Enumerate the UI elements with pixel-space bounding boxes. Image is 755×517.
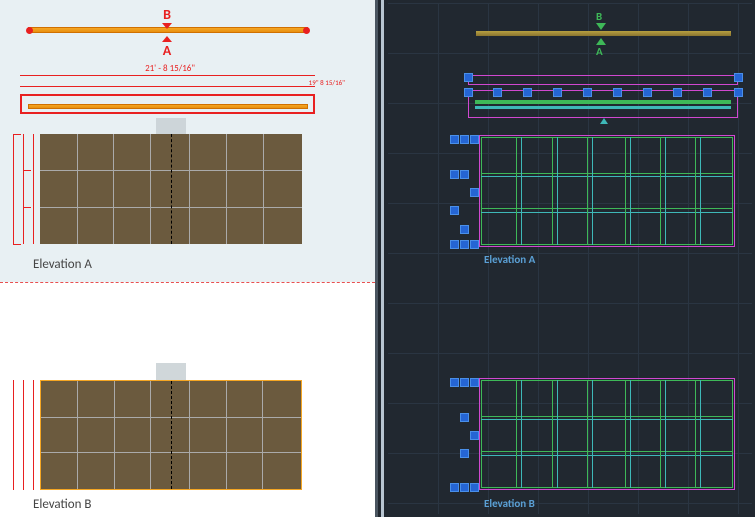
grip-handle[interactable] xyxy=(523,88,532,97)
grip-handle[interactable] xyxy=(493,88,502,97)
grip-handle[interactable] xyxy=(470,135,479,144)
grip-handle[interactable] xyxy=(460,135,469,144)
elevation-b-label: Elevation B xyxy=(33,497,91,512)
cad-elevation-a[interactable] xyxy=(481,137,733,245)
cad-viewport[interactable]: B A xyxy=(375,0,755,517)
dim-vert-b-2 xyxy=(23,380,24,490)
dim-vert-a-3 xyxy=(33,134,34,244)
grip-handle[interactable] xyxy=(673,88,682,97)
arrow-down-icon xyxy=(162,23,172,29)
grip-handle[interactable] xyxy=(460,413,469,422)
grip-handle[interactable] xyxy=(613,88,622,97)
grip-handle[interactable] xyxy=(460,240,469,249)
dim-vert-b-1 xyxy=(13,380,14,490)
grip-handle[interactable] xyxy=(450,170,459,179)
drawing-panel-light: B A 21' - 8 15/16" 19" 8 15/16" xyxy=(0,0,375,517)
grip-handle[interactable] xyxy=(553,88,562,97)
grip-handle[interactable] xyxy=(450,483,459,492)
grip-handle[interactable] xyxy=(583,88,592,97)
cad-dim-frame[interactable] xyxy=(468,75,738,85)
cad-marker-b[interactable]: B xyxy=(596,10,606,30)
grip-handle[interactable] xyxy=(703,88,712,97)
cad-marker-a[interactable]: A xyxy=(596,38,606,58)
grip-handle[interactable] xyxy=(470,240,479,249)
section-beam xyxy=(28,104,308,109)
grip-handle[interactable] xyxy=(460,483,469,492)
dim-vert-b-3 xyxy=(33,380,34,490)
grip-handle[interactable] xyxy=(464,88,473,97)
cad-cyan-arrow-icon xyxy=(600,118,608,124)
red-dashed-separator xyxy=(0,282,375,283)
dim-vert-a-1 xyxy=(13,134,14,244)
dim-vert-a-2 xyxy=(23,134,24,244)
dim-text-total: 21' - 8 15/16" xyxy=(125,63,215,74)
cad-section-frame[interactable] xyxy=(468,90,738,118)
grip-handle[interactable] xyxy=(460,225,469,234)
cad-section-beam-cyan[interactable] xyxy=(475,106,731,109)
elevation-a-grid xyxy=(40,134,302,244)
elevation-a-label: Elevation A xyxy=(33,257,92,272)
elevation-b-grid xyxy=(40,380,302,490)
grip-handle[interactable] xyxy=(470,431,479,440)
grip-handle[interactable] xyxy=(450,240,459,249)
grip-handle[interactable] xyxy=(450,135,459,144)
grip-handle[interactable] xyxy=(464,73,473,82)
section-marker-a: A xyxy=(160,36,174,59)
cad-elevation-b[interactable] xyxy=(481,380,733,488)
cad-section-beam-green[interactable] xyxy=(475,100,731,104)
grip-handle[interactable] xyxy=(734,88,743,97)
dim-text-edge: 19" 8 15/16" xyxy=(309,78,345,87)
grip-handle[interactable] xyxy=(460,170,469,179)
cad-plan-beam[interactable] xyxy=(476,31,731,36)
grip-handle[interactable] xyxy=(470,483,479,492)
grip-handle[interactable] xyxy=(643,88,652,97)
cad-elevation-b-label: Elevation B xyxy=(484,497,535,510)
cad-arrow-up-icon xyxy=(596,38,606,45)
cad-arrow-down-icon xyxy=(596,23,606,30)
cad-elevation-a-label: Elevation A xyxy=(484,253,535,266)
grip-handle[interactable] xyxy=(734,73,743,82)
grip-handle[interactable] xyxy=(460,449,469,458)
grip-handle[interactable] xyxy=(450,378,459,387)
grip-handle[interactable] xyxy=(450,206,459,215)
grip-handle[interactable] xyxy=(470,378,479,387)
grip-handle[interactable] xyxy=(470,188,479,197)
dim-line-total xyxy=(20,75,315,76)
grip-handle[interactable] xyxy=(460,378,469,387)
dim-line-segments xyxy=(20,86,315,87)
section-marker-b: B xyxy=(160,6,174,29)
